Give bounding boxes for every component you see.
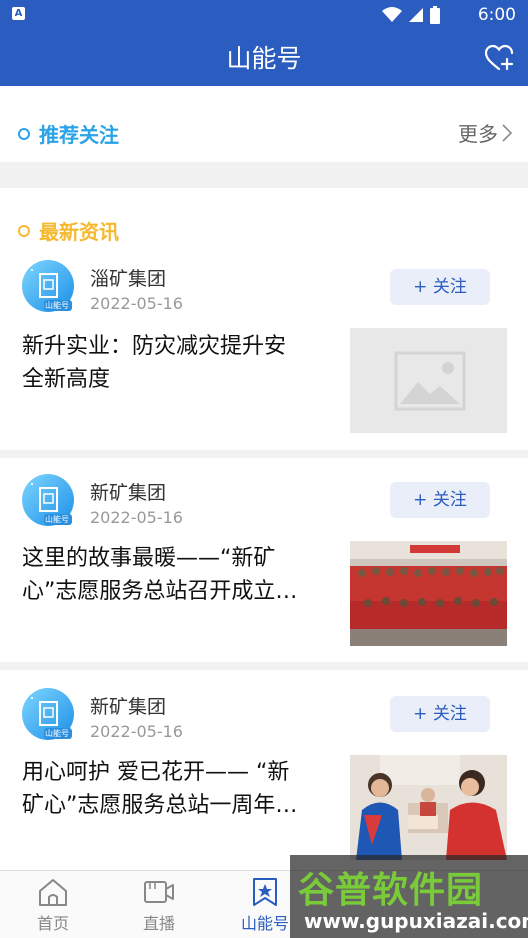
headline-line: 全新高度 xyxy=(22,367,111,392)
follow-button[interactable]: + 关注 xyxy=(390,269,490,305)
headline-line: 这里的故事最暖——“新矿 xyxy=(22,546,276,571)
headline-line: 用心呵护 爱已花开—— “新 xyxy=(22,760,290,785)
home-icon xyxy=(39,879,67,906)
article-thumbnail[interactable] xyxy=(350,755,507,860)
follow-button[interactable]: + 关注 xyxy=(390,482,490,518)
publish-date: 2022-05-16 xyxy=(90,294,183,313)
avatar-badge: 山能号 xyxy=(45,729,69,738)
article-headline[interactable]: 这里的故事最暖——“新矿 心”志愿服务总站召开成立… xyxy=(22,542,334,608)
status-time: 6:00 xyxy=(477,5,516,25)
avatar-badge: 山能号 xyxy=(45,301,69,310)
battery-icon xyxy=(430,6,440,24)
status-bar: A 6:00 xyxy=(0,0,528,30)
app-bar: 山能号 xyxy=(0,30,528,86)
more-link[interactable]: 更多 xyxy=(458,118,512,147)
tab-home[interactable]: 首页 xyxy=(0,877,106,937)
image-placeholder-icon xyxy=(394,351,466,411)
recommended-header: 推荐关注 xyxy=(18,119,119,148)
watermark: 谷普软件园 www.gupuxiazai.com xyxy=(290,855,528,938)
headline-line: 新升实业：防灾减灾提升安 xyxy=(22,334,287,359)
article-thumbnail[interactable] xyxy=(350,541,507,646)
ring-icon xyxy=(18,127,30,140)
volunteer-photo xyxy=(350,755,507,860)
tab-label: 直播 xyxy=(142,914,175,933)
recommended-section: 推荐关注 更多 xyxy=(0,86,528,162)
headline-line: 矿心”志愿服务总站一周年… xyxy=(22,793,298,818)
tab-label: 首页 xyxy=(36,914,69,933)
article-thumbnail[interactable] xyxy=(350,328,507,433)
chevron-right-icon xyxy=(502,123,512,142)
article-card[interactable]: 山能号 淄矿集团 2022-05-16 + 关注 新升实业：防灾减灾提升安 全新… xyxy=(0,250,528,450)
article-headline[interactable]: 用心呵护 爱已花开—— “新 矿心”志愿服务总站一周年… xyxy=(22,756,334,822)
notification-icon: A xyxy=(12,7,25,20)
ring-icon xyxy=(18,224,30,237)
publisher-name: 新矿集团 xyxy=(90,482,167,504)
publish-date: 2022-05-16 xyxy=(90,508,183,527)
tab-live[interactable]: 直播 xyxy=(106,877,212,937)
article-card[interactable]: 山能号 新矿集团 2022-05-16 + 关注 这里的故事最暖——“新矿 心”… xyxy=(0,458,528,662)
watermark-url: www.gupuxiazai.com xyxy=(304,909,528,933)
more-label: 更多 xyxy=(458,122,498,146)
publisher-name: 淄矿集团 xyxy=(90,268,167,290)
headline-line: 心”志愿服务总站召开成立… xyxy=(22,579,298,604)
page-title: 山能号 xyxy=(226,44,302,73)
latest-header: 最新资讯 xyxy=(18,216,119,245)
watermark-title: 谷普软件园 xyxy=(298,870,484,911)
heart-add-icon[interactable] xyxy=(484,44,514,72)
bookmark-star-icon xyxy=(253,878,277,906)
follow-button[interactable]: + 关注 xyxy=(390,696,490,732)
recommended-title: 推荐关注 xyxy=(39,123,119,147)
video-icon xyxy=(144,881,174,903)
group-photo xyxy=(350,541,507,646)
publish-date: 2022-05-16 xyxy=(90,722,183,741)
latest-title: 最新资讯 xyxy=(39,220,119,244)
publisher-name: 新矿集团 xyxy=(90,696,167,718)
status-icons xyxy=(382,5,440,25)
article-card[interactable]: 山能号 新矿集团 2022-05-16 + 关注 用心呵护 爱已花开—— “新 … xyxy=(0,670,528,870)
article-headline[interactable]: 新升实业：防灾减灾提升安 全新高度 xyxy=(22,330,334,396)
wifi-icon xyxy=(382,7,402,22)
signal-icon xyxy=(409,8,423,22)
avatar-badge: 山能号 xyxy=(45,515,69,524)
